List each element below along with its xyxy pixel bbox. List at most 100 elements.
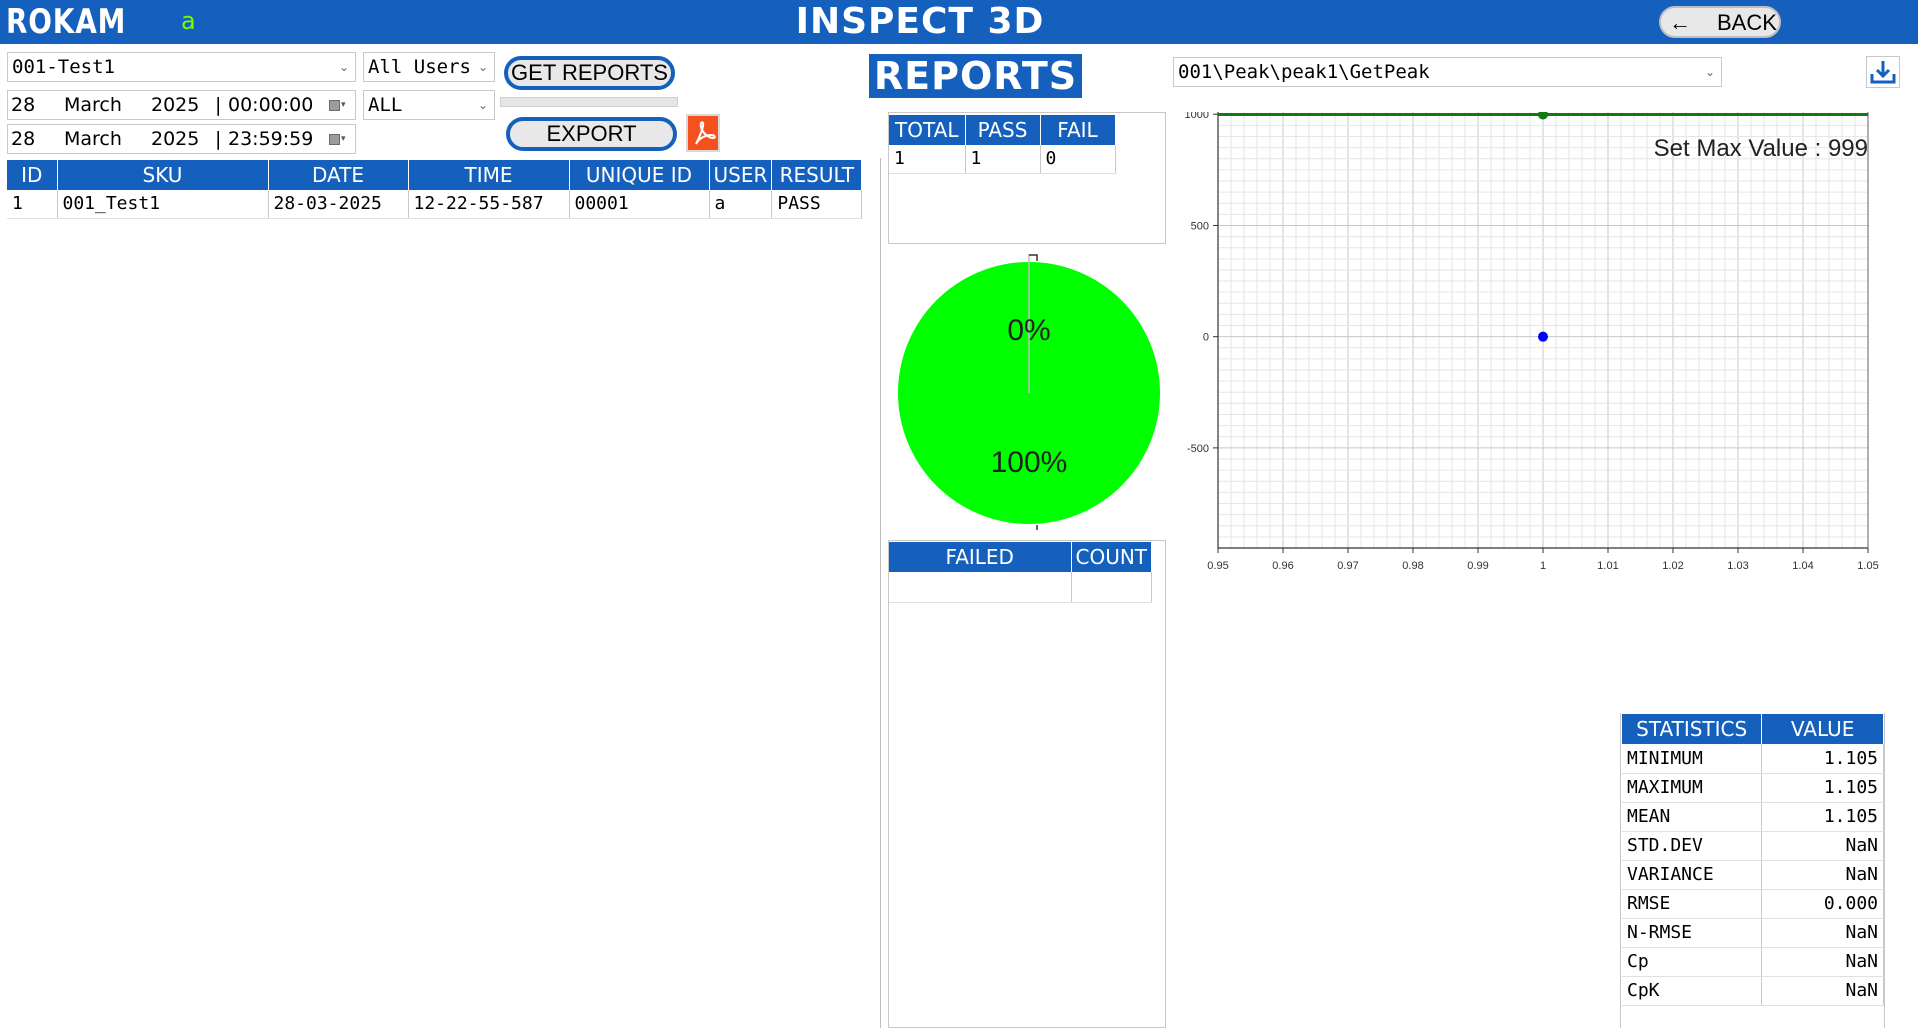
- users-select-value: All Users: [368, 56, 471, 78]
- arrow-left-icon: ←: [1669, 10, 1691, 35]
- stat-row: MINIMUM 1.105: [1622, 744, 1884, 774]
- export-button[interactable]: EXPORT: [506, 117, 677, 151]
- reports-heading: REPORTS: [869, 54, 1082, 98]
- to-day: 28: [11, 128, 36, 150]
- back-button-label: BACK: [1717, 10, 1777, 35]
- stat-name: MINIMUM: [1622, 744, 1763, 774]
- x-tick-label: 0.98: [1402, 560, 1423, 572]
- summary-table: TOTAL PASS FAIL 1 1 0: [889, 115, 1116, 174]
- fail-count: 0: [1040, 145, 1116, 174]
- col-user[interactable]: USER: [709, 160, 773, 190]
- chevron-down-icon: ⌄: [477, 98, 488, 112]
- from-month: March: [64, 94, 122, 116]
- title-bar: ROKAM a INSPECT 3D ← BACK: [0, 0, 1918, 44]
- stat-name: RMSE: [1622, 889, 1763, 919]
- stat-value: NaN: [1761, 976, 1884, 1006]
- col-time[interactable]: TIME: [408, 160, 570, 190]
- stat-value: 1.105: [1761, 773, 1884, 803]
- pdf-export-button[interactable]: [686, 114, 720, 152]
- y-tick-label: 1000: [1185, 112, 1209, 121]
- stat-name: MAXIMUM: [1622, 773, 1763, 803]
- from-datetime-picker[interactable]: 28 March 2025 | 00:00:00 ▾: [7, 90, 356, 120]
- x-tick-label: 0.97: [1337, 560, 1358, 572]
- col-count[interactable]: COUNT: [1071, 542, 1153, 572]
- stat-row: STD.DEV NaN: [1622, 831, 1884, 861]
- stat-name: Cp: [1622, 947, 1763, 977]
- stat-name: STD.DEV: [1622, 831, 1763, 861]
- chevron-down-icon: ⌄: [1704, 65, 1715, 79]
- stat-name: VARIANCE: [1622, 860, 1763, 890]
- x-tick-label: 1.03: [1727, 560, 1748, 572]
- table-row: 1 1 0: [889, 145, 1116, 174]
- to-year: 2025: [151, 128, 200, 150]
- data-point: [1538, 112, 1548, 120]
- stat-value: 0.000: [1761, 889, 1884, 919]
- table-row: [889, 572, 1153, 603]
- y-axis-ticks: 1000 500 0 -500: [1185, 112, 1218, 455]
- cell-sku: 001_Test1: [57, 190, 269, 219]
- reports-table: ID SKU DATE TIME UNIQUE ID USER RESULT 1…: [7, 160, 863, 219]
- col-result[interactable]: RESULT: [771, 160, 863, 190]
- measurement-select[interactable]: 001\Peak\peak1\GetPeak ⌄: [1173, 57, 1722, 87]
- get-reports-button[interactable]: GET REPORTS: [504, 56, 675, 90]
- result-select-value: ALL: [368, 94, 403, 116]
- col-fail: FAIL: [1040, 115, 1116, 145]
- back-button[interactable]: ← BACK: [1659, 6, 1781, 38]
- pie-leader-bottom: [1029, 525, 1038, 532]
- y-tick-label: -500: [1187, 443, 1209, 455]
- stat-row: Cp NaN: [1622, 947, 1884, 977]
- current-user-label: a: [181, 7, 196, 35]
- cell-id: 1: [7, 190, 58, 219]
- calendar-icon[interactable]: ▾: [329, 134, 347, 145]
- x-tick-label: 1: [1540, 560, 1546, 572]
- col-total: TOTAL: [889, 115, 966, 145]
- from-year: 2025: [151, 94, 200, 116]
- download-button[interactable]: [1866, 56, 1900, 88]
- cell-date: 28-03-2025: [268, 190, 409, 219]
- statistics-panel: STATISTICS VALUE MINIMUM 1.105 MAXIMUM 1.10…: [1620, 713, 1885, 1028]
- stat-value: NaN: [1761, 947, 1884, 977]
- to-datetime-picker[interactable]: 28 March 2025 | 23:59:59 ▾: [7, 124, 356, 154]
- stat-value: NaN: [1761, 918, 1884, 948]
- measurement-select-value: 001\Peak\peak1\GetPeak: [1178, 61, 1430, 83]
- stat-value: NaN: [1761, 860, 1884, 890]
- x-tick-label: 1.04: [1792, 560, 1813, 572]
- measurement-chart[interactable]: 0.95 0.96 0.97 0.98 0.99 1 1.01 1.02 1.03 1.04 1.0…: [1168, 112, 1888, 708]
- x-tick-label: 1.05: [1857, 560, 1878, 572]
- cell-unique-id: 00001: [569, 190, 710, 219]
- col-id[interactable]: ID: [7, 160, 58, 190]
- col-date[interactable]: DATE: [268, 160, 409, 190]
- col-value: VALUE: [1761, 714, 1884, 744]
- pass-count: 1: [965, 145, 1041, 174]
- download-icon: [1870, 61, 1896, 84]
- x-tick-label: 0.96: [1272, 560, 1293, 572]
- result-select[interactable]: ALL ⌄: [363, 90, 495, 120]
- table-row[interactable]: 1 001_Test1 28-03-2025 12-22-55-587 0000…: [7, 190, 863, 219]
- datetime-separator: |: [215, 94, 222, 116]
- datetime-separator: |: [215, 128, 222, 150]
- reports-panel: ID SKU DATE TIME UNIQUE ID USER RESULT 1…: [7, 158, 881, 1028]
- stat-row: VARIANCE NaN: [1622, 860, 1884, 890]
- from-time: 00:00:00: [228, 94, 314, 116]
- users-select[interactable]: All Users ⌄: [363, 52, 495, 82]
- pie-pass-label: 100%: [991, 446, 1068, 479]
- calendar-icon[interactable]: ▾: [329, 100, 347, 111]
- col-failed[interactable]: FAILED: [889, 542, 1072, 572]
- pie-fail-label: 0%: [1007, 314, 1050, 347]
- statistics-table: STATISTICS VALUE MINIMUM 1.105 MAXIMUM 1.10…: [1622, 714, 1884, 1006]
- summary-panel: TOTAL PASS FAIL 1 1 0: [888, 112, 1166, 244]
- app-title: INSPECT 3D: [795, 1, 1045, 42]
- stat-row: MAXIMUM 1.105: [1622, 773, 1884, 803]
- sku-select[interactable]: 001-Test1 ⌄: [7, 52, 356, 82]
- stat-value: NaN: [1761, 831, 1884, 861]
- to-month: March: [64, 128, 122, 150]
- stat-row: MEAN 1.105: [1622, 802, 1884, 832]
- col-sku[interactable]: SKU: [57, 160, 269, 190]
- stat-name: N-RMSE: [1622, 918, 1763, 948]
- col-unique-id[interactable]: UNIQUE ID: [569, 160, 710, 190]
- total-count: 1: [889, 145, 966, 174]
- stat-row: CpK NaN: [1622, 976, 1884, 1006]
- brand-logo: ROKAM: [6, 2, 127, 42]
- to-time: 23:59:59: [228, 128, 314, 150]
- col-statistics: STATISTICS: [1622, 714, 1763, 744]
